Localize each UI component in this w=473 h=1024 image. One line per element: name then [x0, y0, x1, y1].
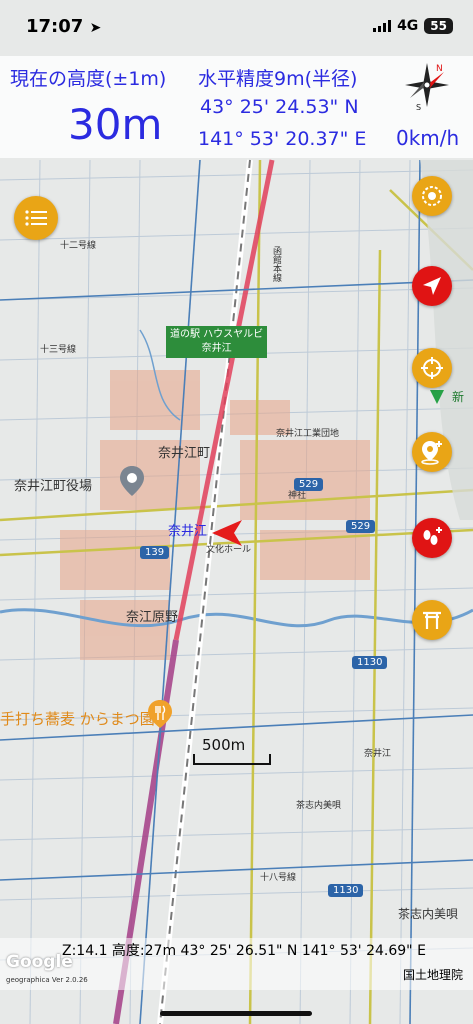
network-type: 4G [397, 18, 419, 34]
torii-icon [423, 611, 441, 629]
crosshair-icon [421, 357, 443, 379]
roadside-station-name: 道の駅 ハウスヤルビ [170, 329, 264, 340]
footprints-icon [423, 527, 442, 545]
menu-button[interactable] [14, 196, 58, 240]
horizontal-accuracy: 水平精度9m(半径) [198, 68, 358, 90]
station-name-label: 奈井江 [168, 524, 208, 539]
route-529-badge: 529 [294, 478, 324, 491]
location-pin-icon[interactable] [120, 466, 144, 496]
location-info-panel: 現在の高度(±1m) 30m 水平精度9m(半径) 43° 25' 24.53"… [0, 56, 473, 158]
town-name-label: 奈井江町 [158, 446, 211, 461]
status-bar: 17:07 ➤ 4G 55 [0, 0, 473, 56]
google-logo: Google [6, 952, 73, 972]
shinmachi-label: 新 [452, 390, 465, 404]
map-attribution[interactable]: 国土地理院 [403, 966, 463, 983]
torii-button[interactable] [412, 600, 452, 640]
route-139-badge: 139 [140, 546, 170, 559]
signal-icon [373, 20, 392, 32]
route-529-badge-2: 529 [346, 520, 376, 533]
compass-icon[interactable]: N S [400, 58, 454, 112]
green-pin-icon [430, 386, 444, 404]
industrial-area-label: 奈井江工業団地 [276, 429, 340, 439]
hakodate-line-label: 函館本線 [271, 246, 281, 282]
altitude-label: 現在の高度(±1m) [10, 68, 167, 90]
altitude-value: 30m [68, 100, 163, 149]
add-place-icon [421, 441, 442, 465]
longitude-value: 141° 53' 20.37" E [198, 128, 367, 150]
naie-label-2: 奈井江 [364, 749, 392, 759]
layers-icon [422, 186, 442, 206]
svg-text:N: N [436, 64, 443, 74]
navigation-icon [423, 277, 441, 295]
roadside-station-label[interactable]: 道の駅 ハウスヤルビ 奈井江 [166, 326, 268, 358]
line-12-label: 十二号線 [60, 241, 97, 251]
map-footer: Z:14.1 高度:27m 43° 25' 26.51" N 141° 53' … [0, 938, 473, 990]
chashinai-label-2: 茶志内美唄 [398, 907, 459, 921]
status-indicators: 4G 55 [373, 18, 453, 34]
restaurant-icon[interactable] [148, 700, 172, 728]
current-location-arrow-icon [212, 520, 242, 546]
scale-bar: 500m [192, 736, 272, 766]
app-version: geographica Ver 2.0.26 [6, 976, 88, 984]
menu-icon [25, 210, 47, 226]
status-time: 17:07 ➤ [26, 16, 101, 37]
town-office-label: 奈井江町役場 [14, 479, 93, 494]
area-label-naiehara: 奈江原野 [126, 610, 179, 625]
latitude-value: 43° 25' 24.53" N [200, 96, 359, 118]
battery-icon: 55 [424, 18, 453, 34]
location-services-icon: ➤ [89, 20, 102, 36]
route-1130-badge-2: 1130 [328, 884, 364, 897]
add-place-button[interactable] [412, 432, 452, 472]
chashinai-label: 茶志内美唄 [296, 801, 342, 811]
roadside-station-subname: 奈井江 [201, 343, 232, 354]
layers-button[interactable] [412, 176, 452, 216]
speed-value: 0km/h [396, 126, 460, 150]
footprints-button[interactable] [412, 518, 452, 558]
svg-text:S: S [416, 103, 421, 112]
navigation-button[interactable] [412, 266, 452, 306]
route-1130-badge: 1130 [352, 656, 388, 669]
line-13-label: 十三号線 [40, 345, 77, 355]
time-text: 17:07 [26, 16, 84, 37]
crosshair-button[interactable] [412, 348, 452, 388]
restaurant-label: 手打ち蕎麦 からまつ園 [0, 710, 155, 728]
home-indicator[interactable] [160, 1011, 312, 1016]
zoom-altitude-coords: Z:14.1 高度:27m 43° 25' 26.51" N 141° 53' … [62, 943, 426, 959]
line-18-label: 十八号線 [260, 873, 297, 883]
